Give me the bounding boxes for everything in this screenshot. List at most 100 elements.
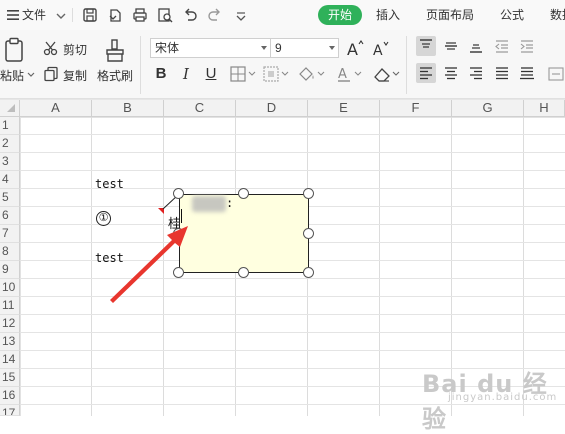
tab-formulas[interactable]: 公式 xyxy=(500,0,524,30)
format-painter-icon[interactable] xyxy=(104,38,126,64)
increase-font-icon[interactable]: A xyxy=(346,38,366,58)
fill-color-icon[interactable] xyxy=(296,65,326,83)
scissors-icon[interactable] xyxy=(42,39,60,57)
format-painter-label[interactable]: 格式刷 xyxy=(97,67,133,84)
column-header-h[interactable]: H xyxy=(524,100,565,117)
distributed-align-button[interactable] xyxy=(517,63,537,83)
tab-page-layout[interactable]: 页面布局 xyxy=(426,0,474,30)
gridline xyxy=(20,152,565,153)
menu-icon[interactable] xyxy=(4,6,22,24)
column-header-a[interactable]: A xyxy=(20,100,92,117)
column-header-d[interactable]: D xyxy=(236,100,308,117)
gridline xyxy=(20,134,565,135)
resize-handle-top-right[interactable] xyxy=(303,188,314,199)
chevron-down-icon[interactable] xyxy=(52,7,70,25)
bold-button[interactable]: B xyxy=(152,64,170,84)
column-header-c[interactable]: C xyxy=(164,100,236,117)
select-all-triangle-icon xyxy=(7,104,15,112)
svg-text:A: A xyxy=(338,67,347,82)
font-family-value: 宋体 xyxy=(155,41,180,55)
border-icon[interactable] xyxy=(229,65,257,83)
row-header-16[interactable]: 16 xyxy=(0,387,20,405)
gridline xyxy=(20,404,565,405)
export-icon[interactable] xyxy=(106,6,124,24)
gridline xyxy=(379,117,380,416)
tab-home[interactable]: 开始 xyxy=(318,5,362,25)
gridline xyxy=(20,332,565,333)
resize-handle-top[interactable] xyxy=(238,188,249,199)
decrease-indent-button[interactable] xyxy=(492,36,512,56)
resize-handle-right[interactable] xyxy=(303,228,314,239)
justify-button[interactable] xyxy=(492,63,512,83)
menu-bar: 文件 开始 插入 页面布局 公式 数据 xyxy=(0,0,565,30)
svg-text:A: A xyxy=(373,43,383,59)
align-bottom-button[interactable] xyxy=(466,36,486,56)
row-header-7[interactable]: 7 xyxy=(0,225,20,243)
row-header-1[interactable]: 1 xyxy=(0,117,20,135)
row-header-17[interactable]: 17 xyxy=(0,405,20,416)
print-preview-icon[interactable] xyxy=(156,6,174,24)
increase-indent-button[interactable] xyxy=(517,36,537,56)
row-header-5[interactable]: 5 xyxy=(0,189,20,207)
resize-handle-bottom[interactable] xyxy=(238,267,249,278)
row-header-2[interactable]: 2 xyxy=(0,135,20,153)
copy-label[interactable]: 复制 xyxy=(63,67,87,84)
red-arrow-annotation xyxy=(110,226,188,303)
row-header-6[interactable]: 6 xyxy=(0,207,20,225)
cell-b4[interactable]: test xyxy=(95,177,124,191)
row-header-10[interactable]: 10 xyxy=(0,279,20,297)
svg-text:A: A xyxy=(347,40,358,58)
cell-style-icon[interactable] xyxy=(262,65,290,83)
chevron-down-icon xyxy=(261,46,267,50)
align-top-button[interactable] xyxy=(416,36,436,56)
cut-label[interactable]: 剪切 xyxy=(63,41,87,58)
tab-data[interactable]: 数据 xyxy=(550,0,565,30)
merge-center-icon[interactable] xyxy=(548,66,565,82)
row-header-4[interactable]: 4 xyxy=(0,171,20,189)
eraser-icon[interactable] xyxy=(372,65,402,83)
align-middle-button[interactable] xyxy=(441,36,461,56)
align-left-button[interactable] xyxy=(416,63,436,83)
gridline xyxy=(91,117,92,416)
gridline xyxy=(20,170,565,171)
font-family-select[interactable]: 宋体 xyxy=(150,38,271,58)
row-header-13[interactable]: 13 xyxy=(0,333,20,351)
watermark-subtext: jingyan.baidu.com xyxy=(448,392,558,403)
align-right-button[interactable] xyxy=(466,63,486,83)
underline-button[interactable]: U xyxy=(202,64,220,84)
copy-icon[interactable] xyxy=(42,65,60,83)
font-color-icon[interactable]: A xyxy=(336,65,364,83)
save-icon[interactable] xyxy=(81,6,99,24)
row-header-14[interactable]: 14 xyxy=(0,351,20,369)
undo-icon[interactable] xyxy=(181,6,199,24)
align-center-button[interactable] xyxy=(441,63,461,83)
redacted-author xyxy=(192,196,226,212)
chevron-down-icon xyxy=(329,46,335,50)
paste-icon[interactable] xyxy=(3,37,25,63)
italic-button[interactable]: I xyxy=(177,64,195,84)
print-icon[interactable] xyxy=(131,6,149,24)
file-menu[interactable]: 文件 xyxy=(22,0,46,30)
row-header-12[interactable]: 12 xyxy=(0,315,20,333)
paste-label[interactable]: 粘贴 xyxy=(0,67,24,84)
resize-handle-top-left[interactable] xyxy=(173,188,184,199)
resize-handle-bottom-right[interactable] xyxy=(303,267,314,278)
divider xyxy=(406,36,407,94)
row-header-9[interactable]: 9 xyxy=(0,261,20,279)
row-header-3[interactable]: 3 xyxy=(0,153,20,171)
font-size-value: 9 xyxy=(275,41,282,55)
paste-dropdown-icon[interactable] xyxy=(27,71,35,79)
decrease-font-icon[interactable]: A xyxy=(372,39,392,59)
row-header-8[interactable]: 8 xyxy=(0,243,20,261)
column-header-e[interactable]: E xyxy=(308,100,380,117)
font-size-select[interactable]: 9 xyxy=(270,38,339,58)
gridline xyxy=(20,278,565,279)
column-header-f[interactable]: F xyxy=(380,100,452,117)
customize-toolbar-icon[interactable] xyxy=(232,7,250,25)
column-header-b[interactable]: B xyxy=(92,100,164,117)
row-header-11[interactable]: 11 xyxy=(0,297,20,315)
tab-insert[interactable]: 插入 xyxy=(376,0,400,30)
column-header-g[interactable]: G xyxy=(452,100,524,117)
redo-icon[interactable] xyxy=(206,6,224,24)
row-header-15[interactable]: 15 xyxy=(0,369,20,387)
